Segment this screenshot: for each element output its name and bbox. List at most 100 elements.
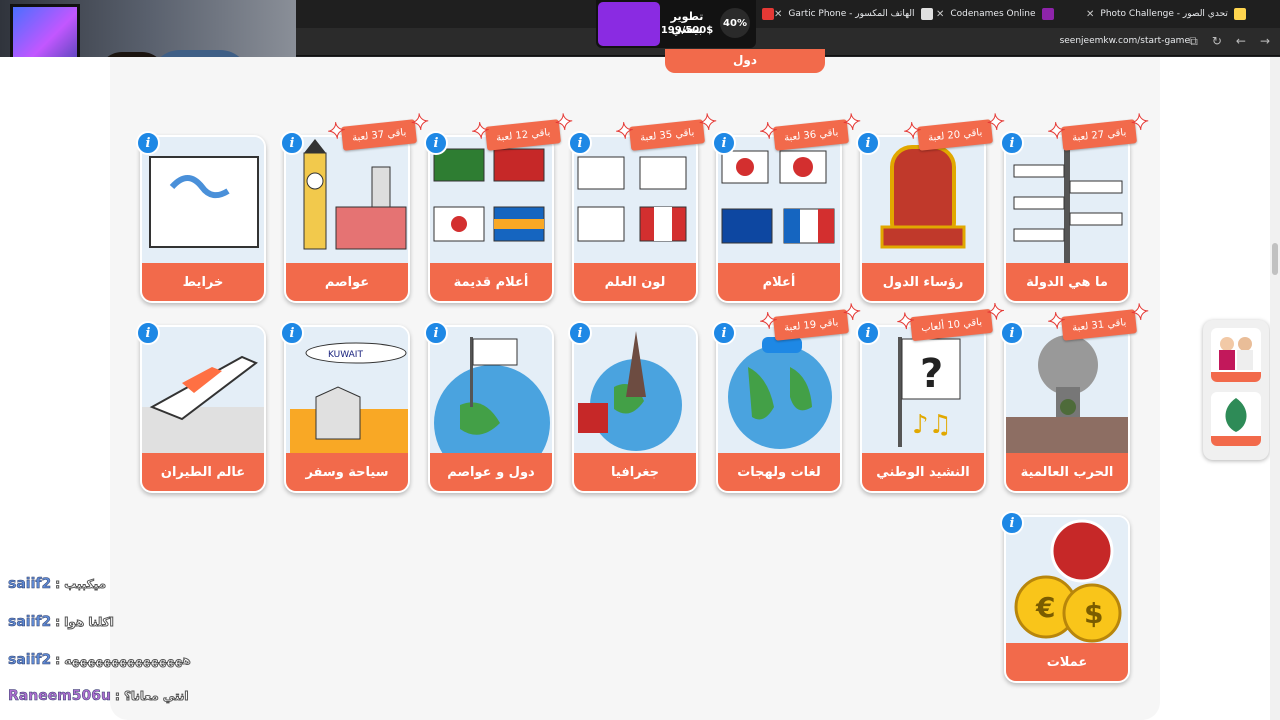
sparkle-icon: ✦ — [841, 109, 863, 137]
people-icon — [1219, 337, 1253, 370]
sparkle-icon: ✦ — [469, 118, 491, 146]
category-card[interactable]: دول و عواصم i — [424, 321, 554, 493]
scrollbar-thumb[interactable] — [1272, 243, 1278, 275]
sparkle-icon: ✦ — [613, 118, 635, 146]
tab-photo-challenge[interactable]: ✕ Photo Challenge - تحدي الصور — [1086, 2, 1276, 26]
remaining-games-text: باقي 20 لعبة — [927, 126, 983, 144]
tab-codenames[interactable]: ✕ Codenames Online — [936, 2, 1076, 26]
sparkle-icon: ✦ — [901, 118, 923, 146]
chat-username: saiif2 — [8, 652, 52, 669]
info-icon[interactable]: i — [280, 321, 304, 345]
travel-art: KUWAIT — [286, 327, 408, 453]
geography-art — [574, 327, 696, 453]
category-card[interactable]: KUWAIT سياحة وسفر i — [280, 321, 410, 493]
category-card[interactable]: عواصم i باقي 37 لعبة ✦ ✦ — [280, 109, 431, 303]
side-widget-item[interactable] — [1211, 328, 1261, 382]
close-icon[interactable]: ✕ — [936, 9, 944, 20]
page-content: دول ما هي الدولة i باقي 27 لعبة ✦ ✦ رؤساء الد… — [0, 49, 1280, 720]
section-tab-countries[interactable]: دول — [665, 49, 825, 73]
sparkle-icon: ✦ — [985, 109, 1007, 137]
tab-label: Codenames Online — [950, 9, 1036, 19]
tab-gartic-phone[interactable]: ✕ Gartic Phone - الهاتف المكسور — [774, 2, 934, 26]
cast-icon[interactable]: ⧉ — [1189, 34, 1198, 49]
forward-icon[interactable]: → — [1260, 34, 1270, 49]
category-card[interactable]: أعلام i باقي 36 لعبة ✦ ✦ — [712, 109, 863, 303]
old-flags-art — [430, 137, 552, 263]
sparkle-icon: ✦ — [697, 109, 719, 137]
chat-text: : هههههههههههههههه — [55, 653, 191, 668]
tab-label: Photo Challenge - تحدي الصور — [1100, 9, 1228, 19]
sparkle-icon: ✦ — [1045, 118, 1067, 146]
donation-image — [598, 2, 660, 46]
category-title: أعلام — [718, 263, 840, 301]
remaining-games-text: باقي 10 ألعاب — [920, 316, 983, 334]
flags-art — [718, 137, 840, 263]
category-card[interactable]: لغات ولهجات i باقي 19 لعبة ✦ ✦ — [712, 299, 863, 493]
plane-art — [142, 327, 264, 453]
back-icon[interactable]: ← — [1236, 34, 1246, 49]
chat-username: Raneem506u — [8, 688, 111, 705]
category-title: خرايط — [142, 263, 264, 301]
remaining-games-text: باقي 37 لعبة — [351, 126, 407, 144]
chat-text: : اكلنا هوا — [55, 615, 115, 630]
info-icon[interactable]: i — [280, 131, 304, 155]
category-title: أعلام قديمة — [430, 263, 552, 301]
chat-message: saiif2: ميكببب — [8, 576, 107, 593]
category-title: لغات ولهجات — [718, 453, 840, 491]
tab-favicon-icon — [1041, 8, 1054, 20]
category-title: رؤساء الدول — [862, 263, 984, 301]
info-icon[interactable]: i — [1000, 321, 1024, 345]
info-icon[interactable]: i — [424, 321, 448, 345]
category-title: دول و عواصم — [430, 453, 552, 491]
info-icon[interactable]: i — [1000, 511, 1024, 535]
category-card[interactable]: خرايط i — [136, 131, 266, 303]
sparkle-icon: ✦ — [409, 109, 431, 137]
info-icon[interactable]: i — [136, 321, 160, 345]
chat-message: Raneem506u: انتي معانا؟ — [8, 688, 189, 705]
throne-art — [862, 137, 984, 263]
chat-message: saiif2: هههههههههههههههه — [8, 652, 191, 669]
category-card[interactable]: € $ عملات i — [1000, 511, 1130, 683]
category-title: سياحة وسفر — [286, 453, 408, 491]
category-card[interactable]: أعلام قديمة i باقي 12 لعبة ✦ ✦ — [424, 109, 575, 303]
side-widget-item[interactable] — [1211, 392, 1261, 446]
category-card[interactable]: رؤساء الدول i باقي 20 لعبة ✦ ✦ — [856, 109, 1007, 303]
sparkle-icon: ✦ — [895, 308, 917, 336]
sparkle-icon: ✦ — [985, 299, 1007, 327]
globe-flag-art — [430, 327, 552, 453]
tab-favicon-icon — [920, 8, 933, 20]
info-icon[interactable]: i — [568, 321, 592, 345]
category-card[interactable]: جغرافيا i — [568, 321, 698, 493]
category-card[interactable]: ما هي الدولة i باقي 27 لعبة ✦ ✦ — [1000, 109, 1151, 303]
close-icon[interactable]: ✕ — [774, 9, 782, 20]
blank-flags-art — [574, 137, 696, 263]
category-title: ما هي الدولة — [1006, 263, 1128, 301]
sparkle-icon: ✦ — [757, 308, 779, 336]
sparkle-icon: ✦ — [1129, 299, 1151, 327]
tab-label: Gartic Phone - الهاتف المكسور — [788, 9, 915, 19]
side-widget-bar — [1211, 372, 1261, 382]
category-card[interactable]: ? ♪♫ النشيد الوطني i باقي 10 ألعاب ✦ ✦ — [856, 299, 1007, 493]
donation-percent: 40% — [720, 8, 750, 38]
close-icon[interactable]: ✕ — [1086, 9, 1094, 20]
svg-text:$: $ — [1084, 597, 1103, 630]
category-title: جغرافيا — [574, 453, 696, 491]
map-art — [142, 137, 264, 263]
reload-icon[interactable]: ↻ — [1212, 34, 1222, 49]
landmarks-art — [286, 137, 408, 263]
browser-tab-bar: ✕ Photo Challenge - تحدي الصور ✕ Codenam… — [296, 0, 1280, 28]
side-widget-bar — [1211, 436, 1261, 446]
info-icon[interactable]: i — [712, 321, 736, 345]
category-card[interactable]: الحرب العالمية i باقي 31 لعبة ✦ ✦ — [1000, 299, 1151, 493]
url-text[interactable]: seenjeemkw.com/start-game — [1060, 36, 1190, 46]
page-scrollbar[interactable] — [1270, 57, 1280, 720]
signpost-art — [1006, 137, 1128, 263]
category-title: عملات — [1006, 643, 1128, 681]
chat-username: saiif2 — [8, 614, 52, 631]
sparkle-icon: ✦ — [841, 299, 863, 327]
side-widget — [1203, 320, 1269, 460]
category-card[interactable]: عالم الطيران i — [136, 321, 266, 493]
info-icon[interactable]: i — [136, 131, 160, 155]
category-card[interactable]: لون العلم i باقي 35 لعبة ✦ ✦ — [568, 109, 719, 303]
nav-controls: ⧉ ↻ ← → — [1189, 34, 1270, 49]
